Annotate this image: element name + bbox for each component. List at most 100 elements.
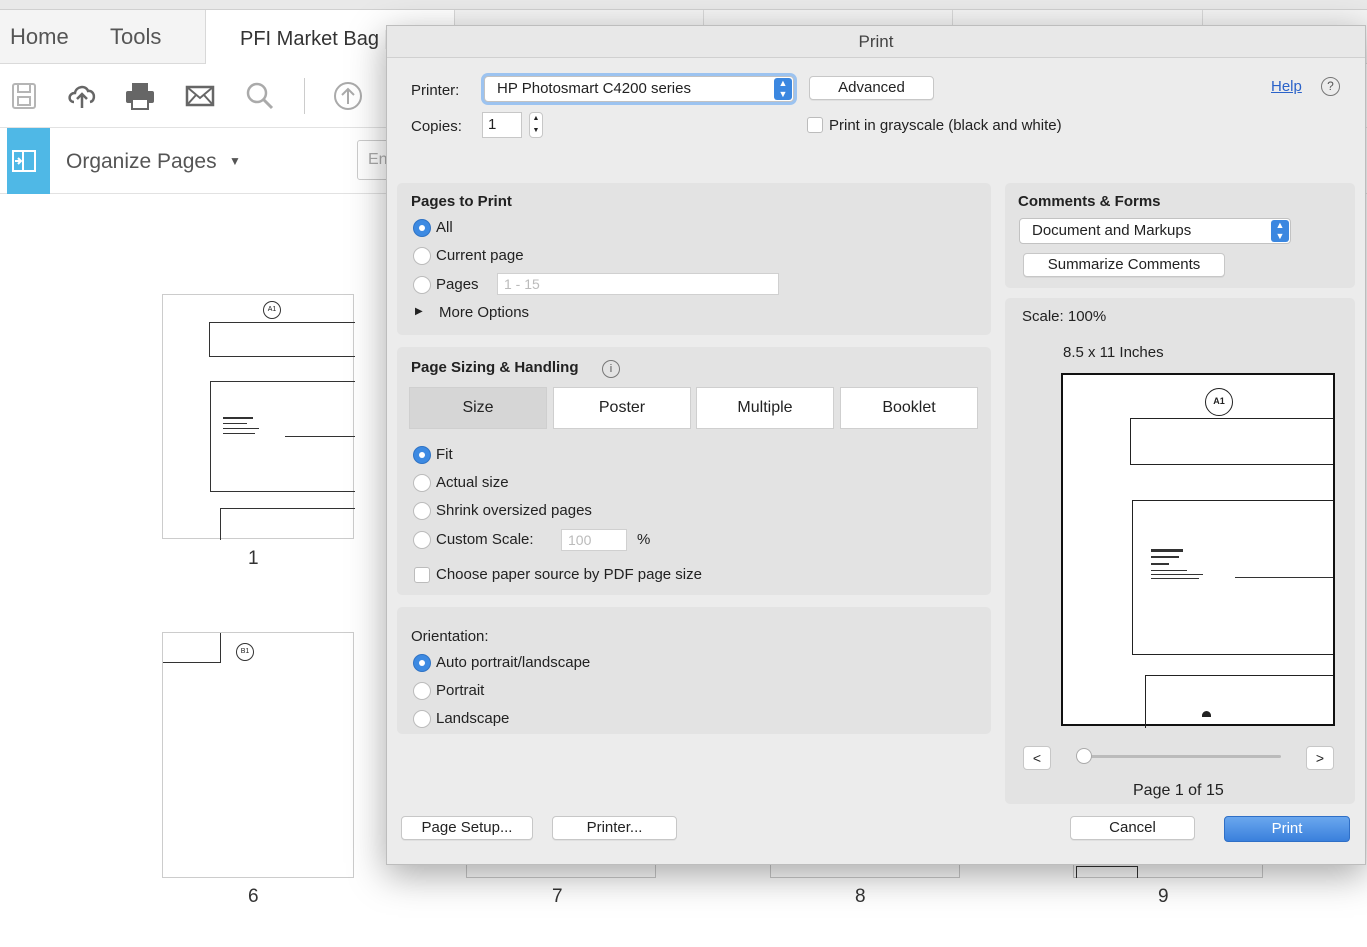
chevron-down-icon[interactable]: ▼ [229,154,241,168]
tab-multiple[interactable]: Multiple [696,387,834,429]
printer-label: Printer: [411,82,460,99]
page-range-input[interactable]: 1 - 15 [497,273,779,295]
page-sizing-heading: Page Sizing & Handling [411,359,579,376]
thumbnail-text-line [223,417,253,419]
grayscale-checkbox[interactable] [807,117,823,133]
preview-text-line [1151,549,1183,552]
thumbnail-text-line [223,423,247,424]
section-badge: A1 [1205,388,1233,416]
mail-icon[interactable] [182,78,218,114]
paper-size-readout: 8.5 x 11 Inches [1063,344,1164,361]
help-icon[interactable]: ? [1321,77,1340,96]
print-icon[interactable] [122,78,158,114]
dialog-title: Print [387,26,1365,58]
page-scroll-knob[interactable] [1076,748,1092,764]
cloud-upload-icon[interactable] [64,78,100,114]
custom-scale-input[interactable]: 100 [561,529,627,551]
percent-sign: % [637,531,651,548]
page-counter: Page 1 of 15 [1133,782,1224,799]
radio-page-range[interactable] [413,276,431,294]
radio-custom-scale[interactable] [413,531,431,549]
radio-portrait[interactable] [413,682,431,700]
all-pages-label: All [436,219,453,236]
thumbnail-box [163,633,221,663]
comments-forms-heading: Comments & Forms [1018,193,1161,210]
page-thumbnail-label: 7 [552,886,563,907]
page-thumbnail-label: 9 [1158,886,1169,907]
print-preview-page: A1 [1061,373,1335,728]
section-badge: B1 [236,643,254,661]
summarize-comments-button[interactable]: Summarize Comments [1023,253,1225,277]
updown-arrow-icon: ▲ ▼ [774,78,792,100]
thumbnail-box [1076,866,1138,878]
actual-size-label: Actual size [436,474,509,491]
help-link[interactable]: Help [1271,78,1302,95]
next-page-button[interactable]: > [1306,746,1334,770]
orientation-heading: Orientation: [411,628,489,645]
organize-pages-label[interactable]: Organize Pages [66,150,217,174]
radio-fit[interactable] [413,446,431,464]
tab-poster[interactable]: Poster [553,387,691,429]
previous-page-icon[interactable] [330,78,366,114]
page-thumbnail-label: 6 [248,886,259,907]
paper-source-checkbox[interactable] [414,567,430,583]
preview-dot [1202,711,1211,717]
page-setup-button[interactable]: Page Setup... [401,816,533,840]
organize-pages-icon[interactable] [7,128,50,194]
page-range-label: Pages [436,276,479,293]
printer-button[interactable]: Printer... [552,816,677,840]
preview-box [1130,418,1333,465]
landscape-label: Landscape [436,710,510,727]
document-tab-label: PFI Market Bag [ [240,28,391,50]
auto-orientation-label: Auto portrait/landscape [436,654,591,671]
organize-input-placeholder: En [368,151,388,168]
pages-to-print-heading: Pages to Print [411,193,512,210]
more-options-toggle[interactable]: More Options [439,304,529,321]
thumbnail-text-line [223,428,259,429]
updown-arrow-icon: ▲ ▼ [1271,220,1289,242]
page-scroll-track[interactable] [1077,755,1281,758]
tab-home[interactable]: Home [10,24,69,50]
comments-forms-value: Document and Markups [1032,222,1192,239]
radio-all-pages[interactable] [413,219,431,237]
printer-select-value: HP Photosmart C4200 series [497,80,691,97]
grayscale-label: Print in grayscale (black and white) [829,117,1062,134]
radio-shrink-oversized[interactable] [413,502,431,520]
tab-size[interactable]: Size [409,387,547,429]
page-thumbnail-label: 1 [248,548,259,569]
print-button[interactable]: Print [1224,816,1350,842]
printer-select[interactable]: HP Photosmart C4200 series ▲ ▼ [484,76,794,102]
preview-text-line [1151,563,1169,565]
preview-dim-line [1235,577,1333,578]
radio-landscape[interactable] [413,710,431,728]
copies-input[interactable]: 1 [482,112,522,138]
page-thumbnail-1[interactable]: A1 [162,294,355,540]
fit-label: Fit [436,446,453,463]
preview-text-line [1151,574,1203,575]
radio-current-page[interactable] [413,247,431,265]
preview-text-line [1151,570,1187,571]
advanced-button[interactable]: Advanced [809,76,934,100]
tab-tools[interactable]: Tools [110,24,161,50]
radio-auto-orientation[interactable] [413,654,431,672]
thumbnail-box [220,508,355,540]
tab-booklet[interactable]: Booklet [840,387,978,429]
info-icon[interactable]: i [602,360,620,378]
disclosure-triangle-icon[interactable]: ▶ [415,306,423,317]
current-page-label: Current page [436,247,524,264]
window-top-strip [0,0,1367,10]
toolbar-divider [304,78,305,114]
preview-box [1145,675,1333,728]
copies-label: Copies: [411,118,462,135]
previous-page-button[interactable]: < [1023,746,1051,770]
radio-actual-size[interactable] [413,474,431,492]
thumbnail-text-line [223,433,255,434]
print-dialog: Print Printer: HP Photosmart C4200 serie… [386,25,1366,865]
scale-readout: Scale: 100% [1022,308,1107,325]
search-icon[interactable] [242,78,278,114]
copies-stepper[interactable]: ▲ ▼ [529,112,543,138]
page-thumbnail-6[interactable]: B1 [162,632,354,878]
comments-forms-select[interactable]: Document and Markups ▲ ▼ [1019,218,1291,244]
save-icon[interactable] [6,78,42,114]
cancel-button[interactable]: Cancel [1070,816,1195,840]
